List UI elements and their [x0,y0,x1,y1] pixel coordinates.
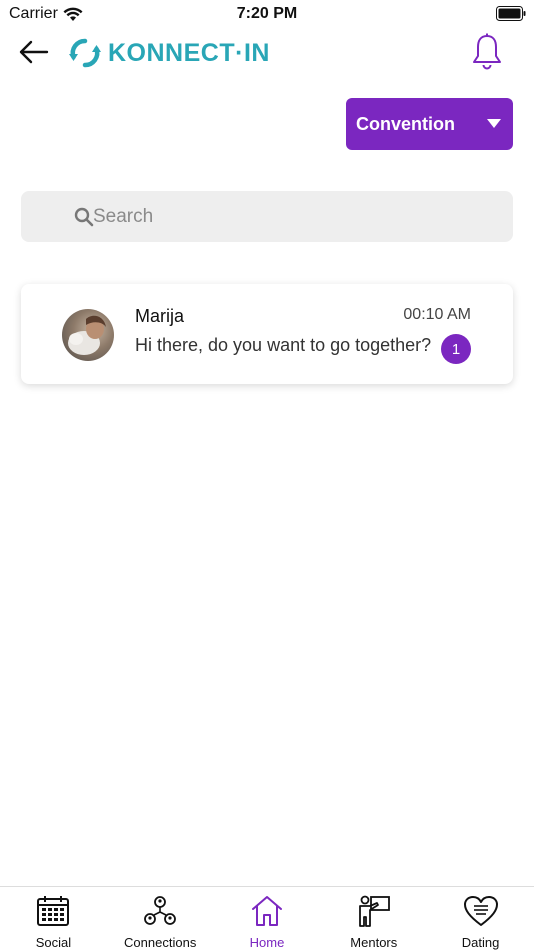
heart-icon [463,895,499,927]
logo-text-suffix: IN [243,39,270,67]
bottom-tab-bar: Social Connections Home Mentors Dating [0,886,534,950]
app-logo: KONNECT·IN [68,36,270,70]
chat-timestamp: 00:10 AM [403,306,471,323]
status-time: 7:20 PM [236,5,298,22]
app-header: KONNECT·IN [0,28,534,78]
tab-label-dating: Dating [461,935,500,950]
battery-icon [496,6,526,21]
search-bar[interactable] [21,191,513,242]
tab-connections[interactable]: Connections [107,887,214,950]
search-icon [74,207,94,227]
tab-label-social: Social [35,935,72,950]
caret-down-icon [487,119,501,128]
tab-mentors[interactable]: Mentors [320,887,427,950]
tab-label-mentors: Mentors [350,935,398,950]
tab-label-connections: Connections [124,935,197,950]
tab-dating[interactable]: Dating [427,887,534,950]
avatar [62,309,114,361]
logo-text-main: KONNECT [108,39,236,67]
logo-wordmark: KONNECT·IN [108,36,270,70]
avatar-photo [68,315,106,355]
calendar-icon [35,895,71,927]
tab-home[interactable]: Home [214,887,321,950]
event-type-selected: Convention [356,113,455,134]
logo-sync-icon [69,38,101,68]
notifications-button[interactable] [468,32,506,72]
unread-count-badge: 1 [441,334,471,364]
network-icon [142,895,178,927]
chat-contact-name: Marija [135,306,185,326]
status-bar: Carrier 7:20 PM [0,0,534,28]
bell-icon [473,33,501,70]
search-input[interactable] [93,199,493,235]
back-button[interactable] [16,36,52,68]
presenter-icon [356,895,392,927]
event-type-dropdown[interactable]: Convention [346,98,513,150]
arrow-left-icon [19,40,49,64]
logo-text-dot: · [235,39,244,67]
home-icon [249,895,285,927]
chat-message-preview: Hi there, do you want to go together? [135,335,432,355]
tab-label-home: Home [249,935,285,950]
tab-social[interactable]: Social [0,887,107,950]
chat-list-item[interactable]: Marija 00:10 AM Hi there, do you want to… [21,284,513,384]
